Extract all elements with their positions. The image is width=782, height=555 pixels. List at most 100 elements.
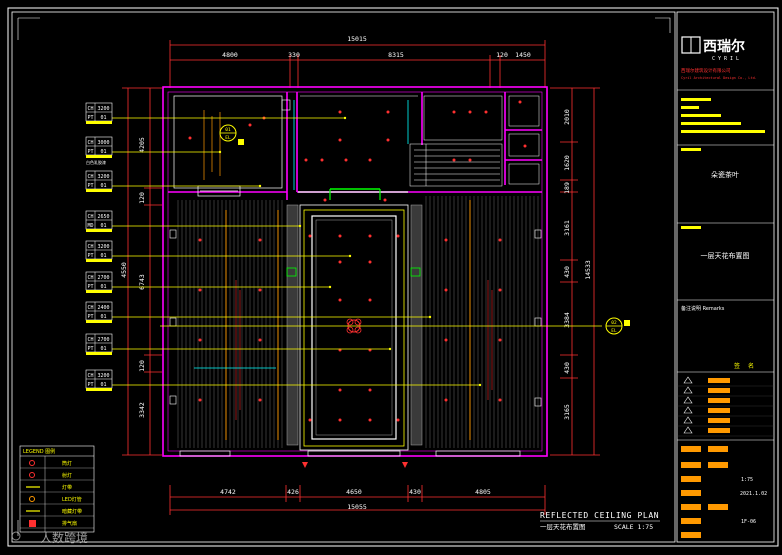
downlight [258, 338, 262, 342]
info-rows: 1:75 2021.1.02 1F-06 [681, 446, 767, 538]
downlight [498, 288, 502, 292]
dim-right-8: 3165 [563, 404, 571, 420]
sheet-frame-inner [11, 11, 676, 543]
downlight [468, 110, 472, 114]
left-wing-slats [177, 200, 283, 448]
level-tag-number: 01 [100, 115, 106, 121]
legend: LEGEND 图例 筒灯射灯灯带 LED灯管暗藏灯带排气扇 [19, 445, 95, 533]
downlight [368, 418, 372, 422]
level-tag-value: 3200 [97, 244, 109, 250]
dim-bottom-4: 430 [409, 488, 421, 496]
section-mark-02-label: 02 [611, 320, 617, 326]
right-wing-slats [425, 196, 539, 448]
dim-right-1: 2010 [563, 109, 571, 125]
entrance-arrows [302, 462, 408, 468]
level-tag: CH 2400 PT 01 [85, 301, 113, 323]
dim-top-4: 120 [496, 51, 508, 59]
dim-top-3: 8315 [388, 51, 404, 59]
dim-top-total: 15015 [347, 35, 367, 43]
downlight [338, 418, 342, 422]
section-mark-02: 02 EL [160, 317, 630, 335]
legend-label: 灯带 [62, 484, 72, 491]
revision-table [677, 376, 774, 437]
level-tag-code: CH [87, 174, 93, 180]
downlight [444, 338, 448, 342]
ceiling-plan-canvas: 15015 4800 330 8315 120 1450 4742 426 46… [7, 7, 779, 547]
level-tag-number: 01 [100, 183, 106, 189]
dim-left-6: 3342 [138, 402, 146, 418]
legend-label: 排气扇 [62, 520, 77, 527]
level-tag: CH 2650 MD 01 [85, 210, 113, 232]
level-tag: CH 3200 PT 01 [85, 369, 113, 391]
downlight [498, 238, 502, 242]
downlight [338, 234, 342, 238]
revision-row [677, 376, 774, 387]
level-tag-value: 3200 [97, 373, 109, 379]
dim-left-1: 4205 [138, 137, 146, 153]
green-columns [286, 267, 421, 277]
company-en: Cyril Architectural Design Co., Ltd. [681, 76, 757, 80]
downlight [198, 398, 202, 402]
legend-row: LED灯管 [20, 496, 94, 505]
tb-drawing-name: 一层天花布置图 [701, 251, 750, 260]
downlight [258, 398, 262, 402]
downlight [323, 198, 327, 202]
downlights [188, 100, 527, 422]
level-tag-number: 01 [100, 149, 106, 155]
dim-left-3: 4550 [120, 262, 128, 278]
dim-left-4: 6743 [138, 274, 146, 290]
downlight [368, 260, 372, 264]
dim-right-5: 430 [563, 266, 571, 278]
dim-right-7: 430 [563, 362, 571, 374]
level-tag-material: PT [87, 346, 93, 352]
downlight [258, 238, 262, 242]
downlight [386, 110, 390, 114]
level-tag-code: CH [87, 373, 93, 379]
downlight [396, 234, 400, 238]
legend-label: 筒灯 [62, 460, 72, 467]
downlight [368, 388, 372, 392]
level-tag-material: PT [87, 253, 93, 259]
level-tag-material: PT [87, 115, 93, 121]
ceiling-level-tags: CH 3200 PT 01 CH 3000 PT 01 白色乳胶漆 CH 3200 PT 01 CH 265… [85, 102, 113, 391]
revision-row [677, 416, 774, 427]
downlight [386, 138, 390, 142]
top-left-room [173, 95, 283, 197]
revision-row [677, 426, 774, 437]
legend-row: 排气扇 [20, 520, 94, 529]
section-mark-01: 01 EL [219, 124, 244, 145]
legend-row: 暗藏灯带 [20, 508, 94, 517]
dim-bottom-total: 15055 [347, 503, 367, 511]
level-tag: CH 3200 PT 01 [85, 240, 113, 262]
level-tag-material: PT [87, 183, 93, 189]
downlight [198, 338, 202, 342]
level-tag-value: 2700 [97, 275, 109, 281]
level-tag-code: CH [87, 106, 93, 112]
dim-right-3: 189 [563, 182, 571, 194]
downlight [248, 123, 252, 127]
downlight [338, 110, 342, 114]
logo-cn: 西瑞尔 [703, 38, 745, 55]
downlight [452, 110, 456, 114]
downlight [188, 136, 192, 140]
legend-label: 暗藏灯带 [62, 508, 82, 515]
sign-label-1: 签 [734, 362, 740, 370]
dim-right-2: 1620 [563, 155, 571, 171]
downlight [368, 234, 372, 238]
legend-row: 筒灯 [20, 460, 94, 469]
downlight [498, 398, 502, 402]
downlight [518, 100, 522, 104]
downlight [396, 418, 400, 422]
revision-row [677, 396, 774, 407]
level-tag-number: 01 [100, 382, 106, 388]
downlight [444, 238, 448, 242]
downlight [308, 234, 312, 238]
cad-drawing-viewport: 15015 4800 330 8315 120 1450 4742 426 46… [0, 0, 782, 551]
company-cn: 西瑞尔建筑设计有限公司 [681, 67, 731, 74]
watermark-text: 人数跨境 [40, 530, 88, 545]
downlight [498, 338, 502, 342]
legend-row: 灯带 [20, 484, 94, 493]
downlight [468, 158, 472, 162]
level-tag-number: 01 [100, 314, 106, 320]
top-right-rooms [423, 95, 540, 185]
